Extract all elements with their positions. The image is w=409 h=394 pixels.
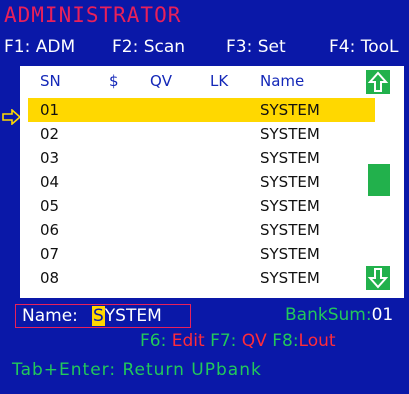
table-row[interactable]: 05 SYSTEM [28, 194, 375, 218]
row-name: SYSTEM [260, 125, 320, 143]
table-row[interactable]: 07 SYSTEM [28, 242, 375, 266]
computer-list-panel: SN $ QV LK Name 01 SYSTEM 02 SYSTEM 03 S… [20, 66, 404, 298]
f6-key-label: F6: [140, 331, 167, 351]
arrow-down-icon [367, 268, 389, 289]
column-header-sn: SN [40, 72, 61, 90]
text-cursor: S [92, 306, 105, 326]
row-name: SYSTEM [260, 269, 320, 287]
f3-set-key[interactable]: F3: Set [226, 37, 286, 57]
row-name: SYSTEM [260, 173, 320, 191]
scroll-down-button[interactable] [366, 266, 390, 290]
row-name: SYSTEM [260, 245, 320, 263]
f2-scan-key[interactable]: F2: Scan [112, 37, 185, 57]
bank-sum: BankSum:01 [285, 305, 393, 325]
row-sn: 01 [40, 101, 60, 119]
f8-lout-action[interactable]: Lout [299, 331, 336, 351]
row-name: SYSTEM [260, 149, 320, 167]
osd-screen: ADMINISTRATOR F1: ADM F2: Scan F3: Set F… [0, 0, 409, 394]
f4-tool-key[interactable]: F4: TooL [329, 37, 399, 57]
edit-key-bar: F6: Edit F7: QV F8:Lout [140, 331, 336, 351]
table-row-selected[interactable]: 01 SYSTEM [28, 98, 375, 122]
f6-edit-action[interactable]: Edit [172, 331, 205, 351]
table-row[interactable]: 08 SYSTEM [28, 266, 375, 290]
table-row[interactable]: 06 SYSTEM [28, 218, 375, 242]
row-sn: 07 [40, 245, 60, 263]
row-name: SYSTEM [260, 101, 320, 119]
column-header-lk: LK [210, 72, 229, 90]
column-header-name: Name [260, 72, 305, 90]
table-row[interactable]: 02 SYSTEM [28, 122, 375, 146]
bank-sum-label: BankSum: [285, 305, 372, 325]
name-edit-field[interactable]: Name: SYSTEM [15, 304, 191, 328]
f7-key-label: F7: [210, 331, 237, 351]
scroll-up-button[interactable] [366, 70, 390, 94]
column-header-dollar: $ [109, 72, 119, 90]
return-hint: Tab+Enter: Return UPbank [12, 360, 262, 380]
row-sn: 08 [40, 269, 60, 287]
row-sn: 04 [40, 173, 60, 191]
f7-qv-action[interactable]: QV [242, 331, 267, 351]
scrollbar-thumb[interactable] [368, 164, 390, 196]
name-field-rest: YSTEM [104, 306, 162, 326]
table-row[interactable]: 03 SYSTEM [28, 146, 375, 170]
row-sn: 06 [40, 221, 60, 239]
row-sn: 02 [40, 125, 60, 143]
row-sn: 03 [40, 149, 60, 167]
function-key-bar: F1: ADM F2: Scan F3: Set F4: TooL [0, 37, 409, 61]
f8-key-label: F8: [272, 331, 299, 351]
row-name: SYSTEM [260, 221, 320, 239]
arrow-up-icon [367, 71, 389, 92]
row-sn: 05 [40, 197, 60, 215]
column-header-qv: QV [150, 72, 173, 90]
f1-adm-key[interactable]: F1: ADM [4, 37, 75, 57]
screen-title: ADMINISTRATOR [4, 3, 182, 27]
row-name: SYSTEM [260, 197, 320, 215]
table-row[interactable]: 04 SYSTEM [28, 170, 375, 194]
bank-sum-value: 01 [371, 305, 394, 325]
name-field-value: SYSTEM [92, 306, 162, 326]
name-field-label: Name: [22, 306, 78, 326]
arrow-right-icon [2, 109, 22, 125]
